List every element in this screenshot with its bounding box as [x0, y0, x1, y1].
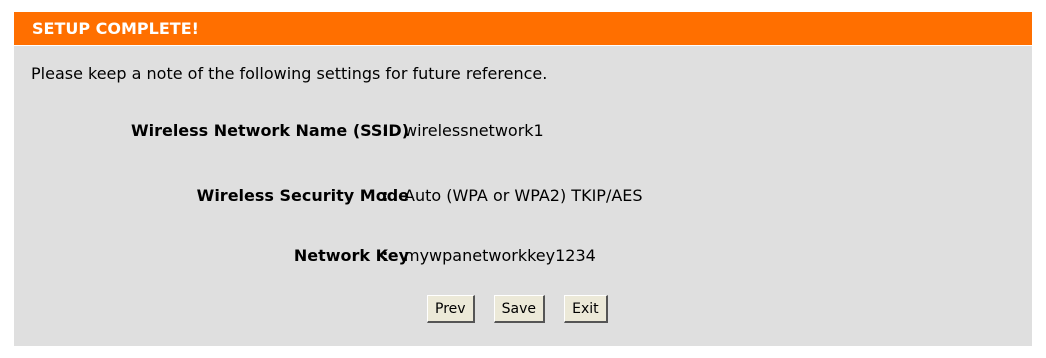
- network-key-separator: :: [382, 246, 389, 265]
- security-mode-label: Wireless Security Mode: [196, 186, 409, 205]
- setting-row-ssid: Wireless Network Name (SSID) : wirelessn…: [14, 121, 1036, 143]
- security-mode-separator: :: [382, 186, 389, 205]
- exit-button[interactable]: Exit: [564, 295, 608, 323]
- setup-complete-panel: SETUP COMPLETE! Please keep a note of th…: [12, 10, 1034, 348]
- ssid-label: Wireless Network Name (SSID): [130, 121, 409, 140]
- button-bar: Prev Save Exit: [427, 295, 622, 323]
- setting-row-network-key: Network Key : mywpanetworkkey1234: [14, 246, 1036, 268]
- setting-row-security-mode: Wireless Security Mode : Auto (WPA or WP…: [14, 186, 1036, 208]
- security-mode-value: Auto (WPA or WPA2) TKIP/AES: [404, 186, 643, 205]
- prev-button[interactable]: Prev: [427, 295, 475, 323]
- save-button[interactable]: Save: [493, 295, 546, 323]
- network-key-value: mywpanetworkkey1234: [404, 246, 596, 265]
- ssid-separator: :: [382, 121, 389, 140]
- network-key-label: Network Key: [293, 246, 409, 265]
- ssid-value: wirelessnetwork1: [404, 121, 544, 140]
- intro-text: Please keep a note of the following sett…: [31, 64, 548, 83]
- section-title: SETUP COMPLETE!: [14, 12, 1032, 46]
